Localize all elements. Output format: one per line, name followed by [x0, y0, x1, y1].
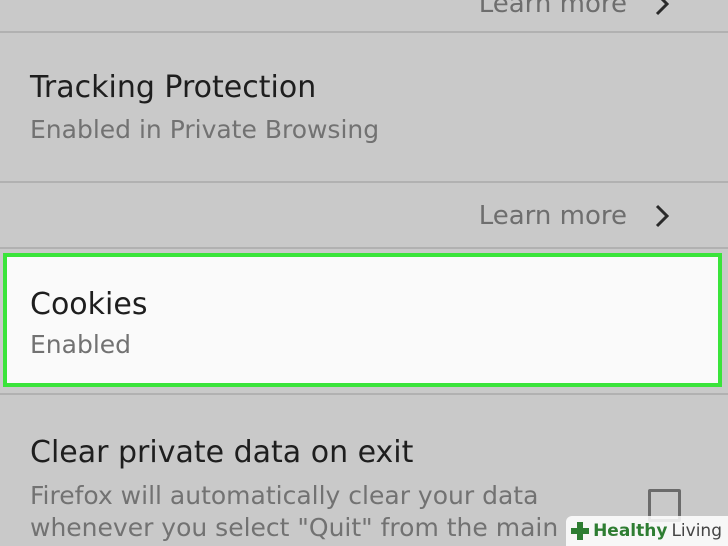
preference-summary: Enabled [30, 330, 132, 359]
learn-more-label: Learn more [478, 201, 627, 231]
learn-more-row-top[interactable]: Learn more [0, 0, 728, 26]
preference-title: Tracking Protection [30, 70, 317, 105]
preference-summary: Firefox will automatically clear your da… [30, 481, 559, 542]
watermark-light-text: Living [671, 521, 722, 541]
preference-title: Clear private data on exit [30, 435, 414, 470]
preference-title: Cookies [30, 287, 148, 322]
learn-more-label: Learn more [478, 0, 627, 19]
tracking-protection-preference[interactable]: Tracking Protection Enabled in Private B… [0, 33, 728, 181]
watermark-bold-text: Healthy [593, 521, 668, 541]
plus-icon [570, 521, 590, 541]
preference-summary: Enabled in Private Browsing [30, 115, 380, 144]
learn-more-row[interactable]: Learn more [0, 194, 728, 238]
divider [0, 247, 728, 249]
chevron-right-icon [651, 0, 673, 17]
chevron-right-icon [651, 203, 673, 229]
divider [0, 181, 728, 183]
healthy-living-watermark: Healthy Living [566, 516, 728, 546]
cookies-preference[interactable]: Cookies Enabled [3, 253, 722, 387]
